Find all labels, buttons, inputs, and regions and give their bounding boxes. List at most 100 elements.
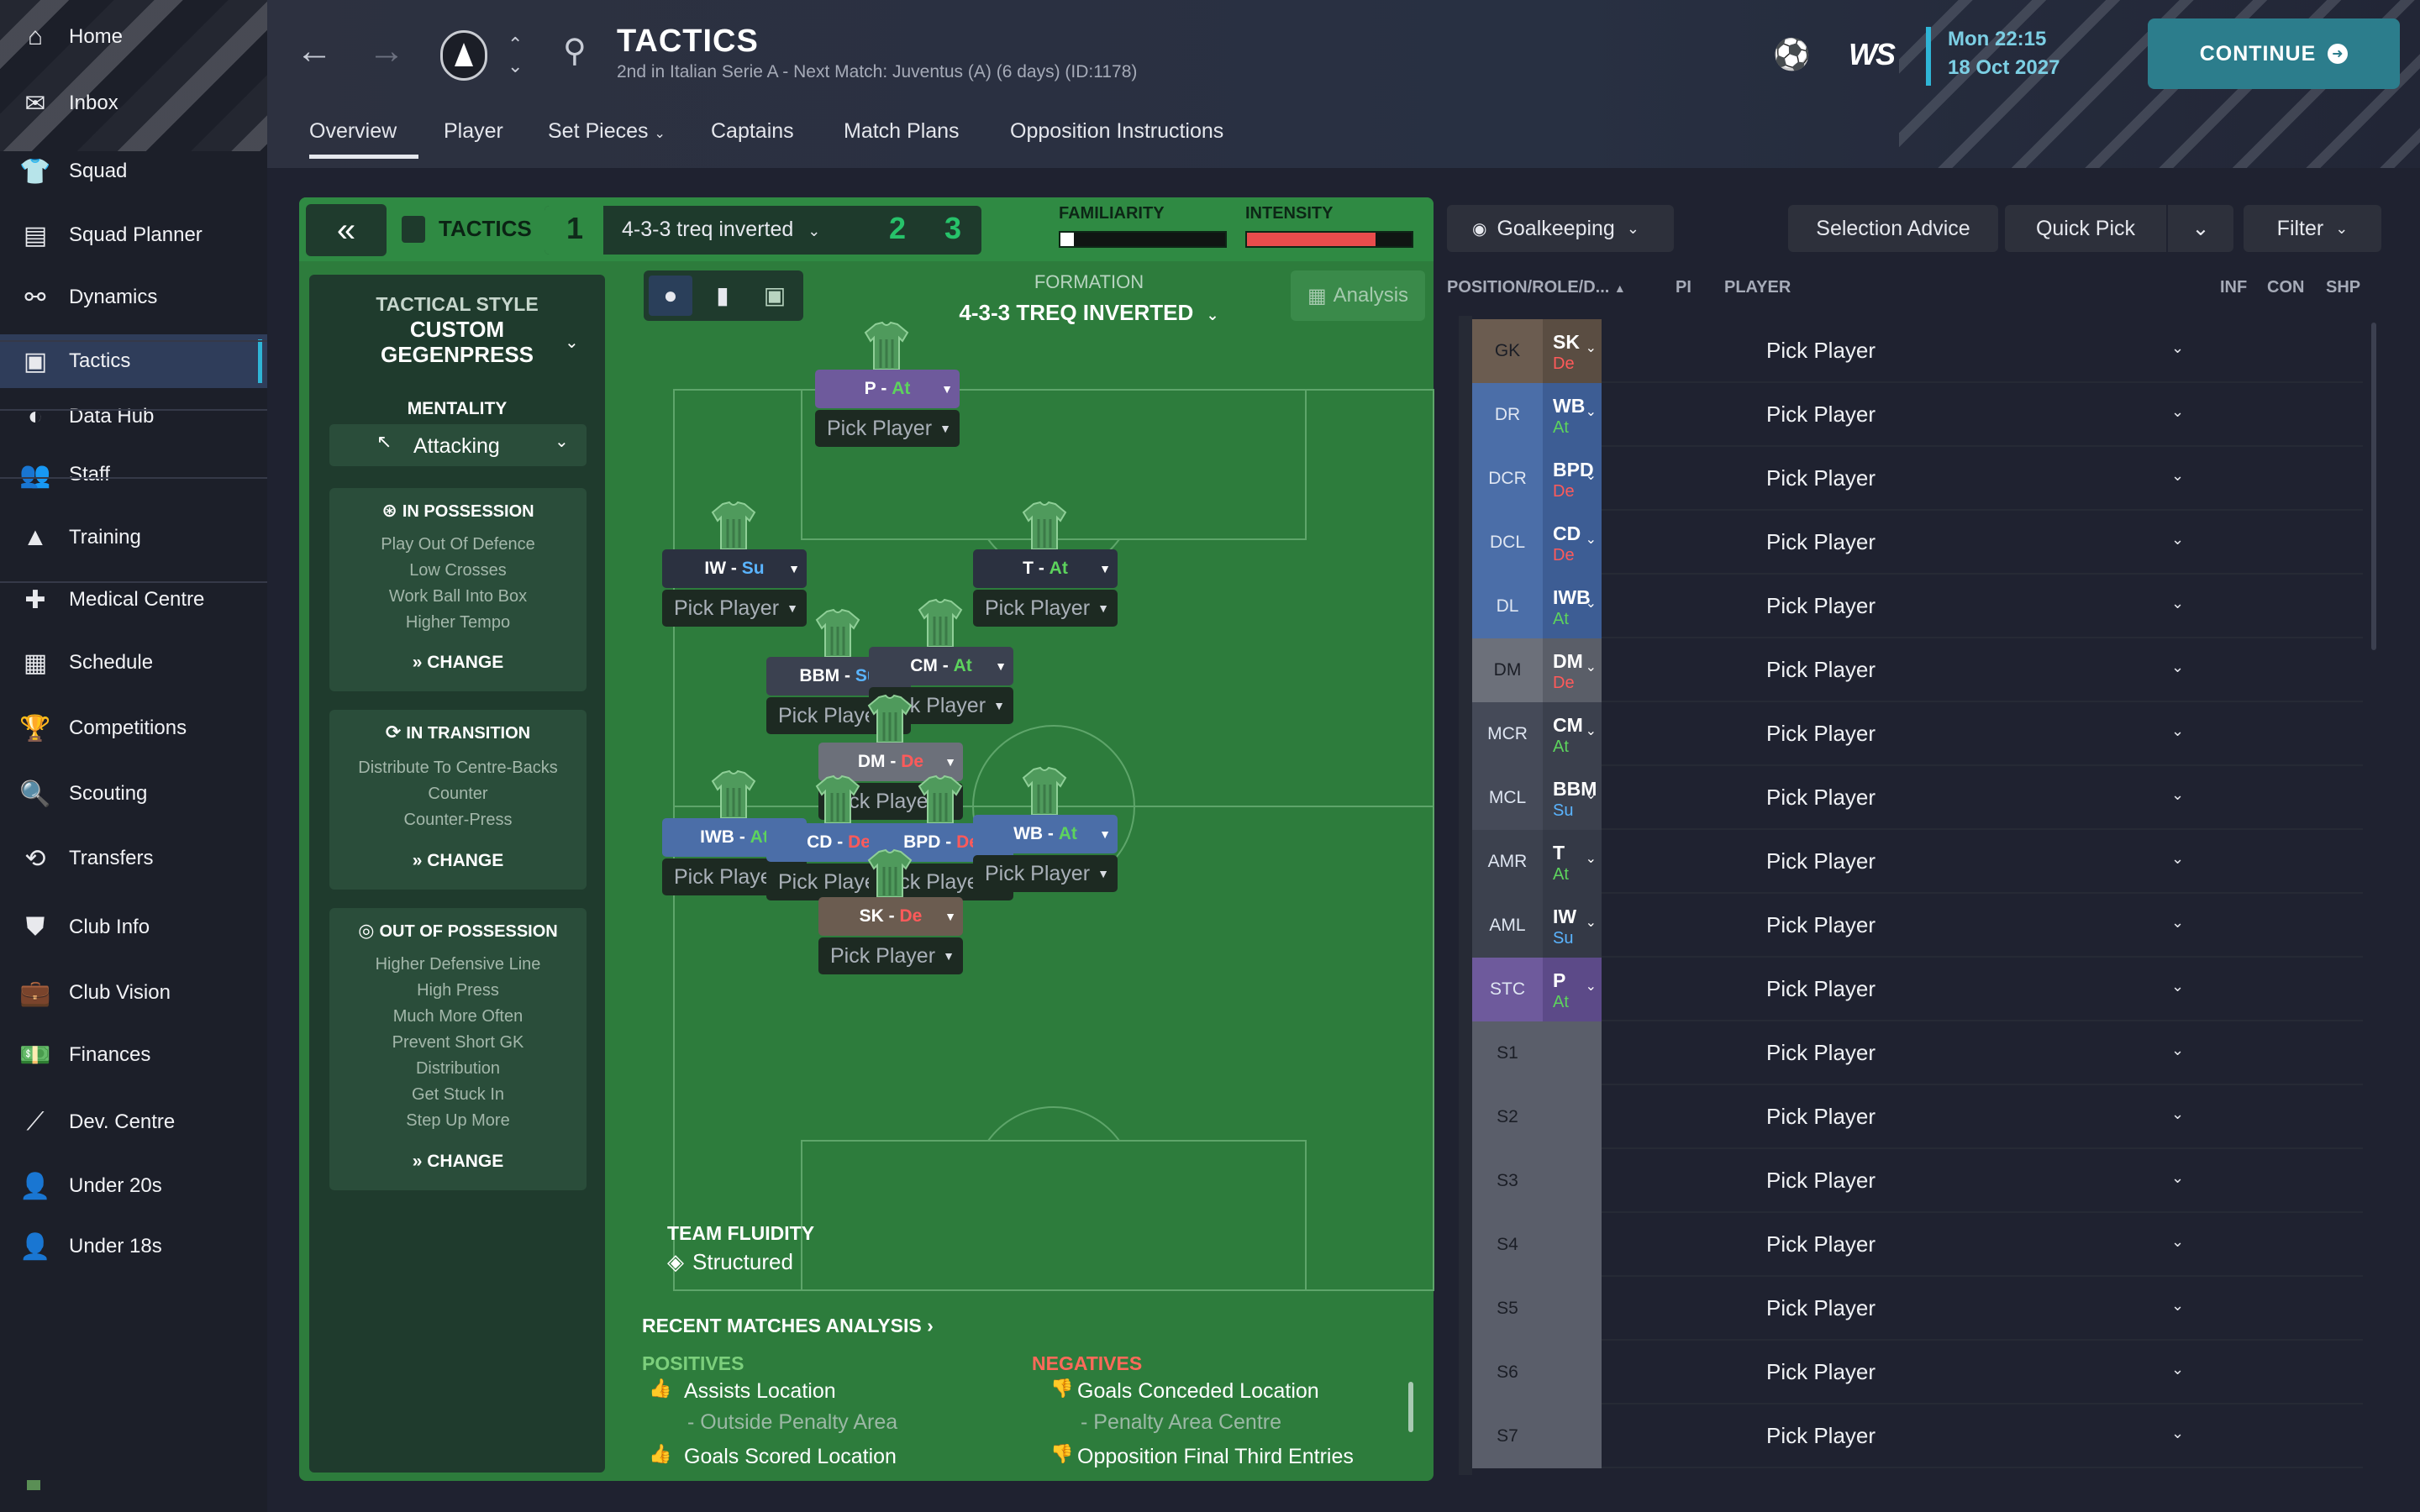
selection-row[interactable]: S3 Pick Player ⌄	[1472, 1149, 2363, 1213]
player-shirt-icon[interactable]	[815, 774, 860, 825]
sidebar-item-squad[interactable]: 👕 Squad	[0, 144, 267, 198]
change-out-of-possession-button[interactable]: » CHANGE	[329, 1152, 587, 1172]
role-dropdown[interactable]: IW Su ⌄	[1543, 894, 1602, 958]
role-dropdown[interactable]: DM De ⌄	[1543, 638, 1602, 702]
pick-player-label[interactable]: Pick Player	[1766, 976, 1876, 1002]
chevron-down-icon[interactable]: ⌄	[2171, 1361, 2184, 1378]
scrollbar[interactable]	[2371, 323, 2376, 650]
col-pi[interactable]: PI	[1676, 278, 1691, 297]
role-dropdown[interactable]: CM At ⌄	[1543, 702, 1602, 766]
sidebar-item-data-hub[interactable]: ◐ Data Hub	[0, 390, 267, 444]
pick-player-label[interactable]: Pick Player	[1766, 593, 1876, 619]
player-shirt-icon[interactable]	[918, 598, 963, 648]
selection-row[interactable]: DCR BPD De ⌄ Pick Player ⌄	[1472, 447, 2363, 511]
pick-player-label[interactable]: Pick Player	[1766, 402, 1876, 428]
player-shirt-icon[interactable]	[918, 774, 963, 825]
club-switch-icon[interactable]: ⌃ ⌄	[508, 34, 523, 77]
selection-row[interactable]: AMR T At ⌄ Pick Player ⌄	[1472, 830, 2363, 894]
chevron-down-icon[interactable]: ⌄	[2171, 595, 2184, 612]
sidebar-item-dev-centre[interactable]: ⟋ Dev. Centre	[0, 1095, 267, 1149]
player-shirt-icon[interactable]	[1022, 501, 1067, 551]
col-position-role-duty[interactable]: POSITION/ROLE/D... ▲	[1447, 278, 1626, 297]
position-role-button[interactable]: CM - At ▼	[869, 647, 1013, 685]
chevron-down-icon[interactable]: ⌄	[2171, 1042, 2184, 1059]
role-dropdown[interactable]: P At ⌄	[1543, 958, 1602, 1021]
collapse-panel-button[interactable]: «	[306, 204, 387, 256]
tactic-name-dropdown[interactable]: 4-3-3 treq inverted ⌄	[622, 218, 820, 242]
pick-player-label[interactable]: Pick Player	[1766, 1104, 1876, 1130]
col-inf[interactable]: INF	[2220, 278, 2247, 297]
change-in-transition-button[interactable]: » CHANGE	[329, 851, 587, 871]
pick-player-label[interactable]: Pick Player	[1766, 1040, 1876, 1066]
tactical-style-name[interactable]: CUSTOM	[309, 317, 605, 343]
chevron-down-icon[interactable]: ⌄	[2171, 722, 2184, 740]
chevron-down-icon[interactable]: ⌄	[2171, 786, 2184, 804]
position-role-button[interactable]: SK - De ▼	[818, 897, 963, 936]
position-role-button[interactable]: IW - Su ▼	[662, 549, 807, 588]
date-time[interactable]: Mon 22:15 18 Oct 2027	[1948, 25, 2060, 82]
pick-player-button[interactable]: Pick Player ▼	[973, 855, 1118, 892]
pick-player-button[interactable]: Pick Player ▼	[815, 410, 960, 447]
tactical-style-subname[interactable]: GEGENPRESS	[309, 342, 605, 368]
positive-item[interactable]: Goals Scored Location	[684, 1445, 897, 1469]
tab-set-pieces[interactable]: Set Pieces ⌄	[548, 119, 666, 144]
analysis-button[interactable]: ▦ Analysis	[1291, 270, 1425, 321]
col-player[interactable]: PLAYER	[1724, 278, 1791, 297]
quick-pick-dropdown[interactable]: ⌄	[2168, 205, 2233, 252]
filter-dropdown[interactable]: Filter ⌄	[2244, 205, 2381, 252]
selection-row[interactable]: DCL CD De ⌄ Pick Player ⌄	[1472, 511, 2363, 575]
player-view-icon[interactable]: ●	[649, 276, 692, 316]
selection-row[interactable]: S4 Pick Player ⌄	[1472, 1213, 2363, 1277]
selection-row[interactable]: MCR CM At ⌄ Pick Player ⌄	[1472, 702, 2363, 766]
selection-row[interactable]: S5 Pick Player ⌄	[1472, 1277, 2363, 1341]
selection-row[interactable]: STC P At ⌄ Pick Player ⌄	[1472, 958, 2363, 1021]
mentality-dropdown[interactable]: ↖ Attacking ⌄	[329, 424, 587, 466]
sidebar-item-staff[interactable]: 👥 Staff	[0, 448, 267, 501]
brand-logo[interactable]: WS	[1849, 37, 1896, 72]
chevron-down-icon[interactable]: ⌄	[565, 332, 579, 353]
pick-player-label[interactable]: Pick Player	[1766, 848, 1876, 874]
position-role-button[interactable]: WB - At ▼	[973, 815, 1118, 853]
tactic-view-icon[interactable]: ▣	[753, 276, 797, 316]
sidebar-item-under-18s[interactable]: 👤 Under 18s	[0, 1220, 267, 1273]
change-in-possession-button[interactable]: » CHANGE	[329, 653, 587, 673]
selection-advice-button[interactable]: Selection Advice	[1788, 205, 1998, 252]
sidebar-item-tactics[interactable]: ▣ Tactics	[0, 334, 267, 388]
pick-player-label[interactable]: Pick Player	[1766, 1423, 1876, 1449]
pick-player-label[interactable]: Pick Player	[1766, 465, 1876, 491]
selection-row[interactable]: S2 Pick Player ⌄	[1472, 1085, 2363, 1149]
selection-row[interactable]: DR WB At ⌄ Pick Player ⌄	[1472, 383, 2363, 447]
selection-row[interactable]: DL IWB At ⌄ Pick Player ⌄	[1472, 575, 2363, 638]
stats-view-icon[interactable]: ▮	[701, 276, 744, 316]
tactic-slot-3[interactable]: 3	[944, 211, 961, 246]
quick-pick-button[interactable]: Quick Pick	[2005, 205, 2166, 252]
selection-row[interactable]: S7 Pick Player ⌄	[1472, 1404, 2363, 1468]
pick-player-label[interactable]: Pick Player	[1766, 1295, 1876, 1321]
selection-row[interactable]: DM DM De ⌄ Pick Player ⌄	[1472, 638, 2363, 702]
forward-icon[interactable]: →	[368, 30, 405, 72]
recent-matches-analysis-link[interactable]: RECENT MATCHES ANALYSIS ›	[642, 1315, 934, 1337]
goalkeeping-dropdown[interactable]: ◉ Goalkeeping ⌄	[1447, 205, 1674, 252]
chevron-down-icon[interactable]: ⌄	[2171, 339, 2184, 357]
tab-captains[interactable]: Captains	[711, 119, 794, 144]
back-icon[interactable]: ←	[296, 30, 333, 72]
pick-player-label[interactable]: Pick Player	[1766, 1168, 1876, 1194]
col-con[interactable]: CON	[2267, 278, 2304, 297]
player-shirt-icon[interactable]	[867, 848, 913, 899]
tactic-slot-1[interactable]: 1	[566, 211, 583, 246]
player-shirt-icon[interactable]	[1022, 766, 1067, 816]
chevron-down-icon[interactable]: ⌄	[2171, 1105, 2184, 1123]
chevron-down-icon[interactable]: ⌄	[2171, 914, 2184, 932]
pick-player-button[interactable]: Pick Player ▼	[818, 937, 963, 974]
tab-overview[interactable]: Overview	[309, 119, 397, 144]
role-dropdown[interactable]: T At ⌄	[1543, 830, 1602, 894]
club-crest-icon[interactable]	[440, 30, 487, 81]
negative-item[interactable]: Opposition Final Third Entries	[1077, 1445, 1354, 1469]
selection-row[interactable]: AML IW Su ⌄ Pick Player ⌄	[1472, 894, 2363, 958]
tab-opposition-instructions[interactable]: Opposition Instructions	[1010, 119, 1223, 144]
scrollbar[interactable]	[1408, 1382, 1413, 1432]
chevron-down-icon[interactable]: ⌄	[2171, 531, 2184, 549]
role-dropdown[interactable]: SK De ⌄	[1543, 319, 1602, 383]
player-shirt-icon[interactable]	[711, 769, 756, 820]
tactic-slot-2[interactable]: 2	[889, 211, 906, 246]
